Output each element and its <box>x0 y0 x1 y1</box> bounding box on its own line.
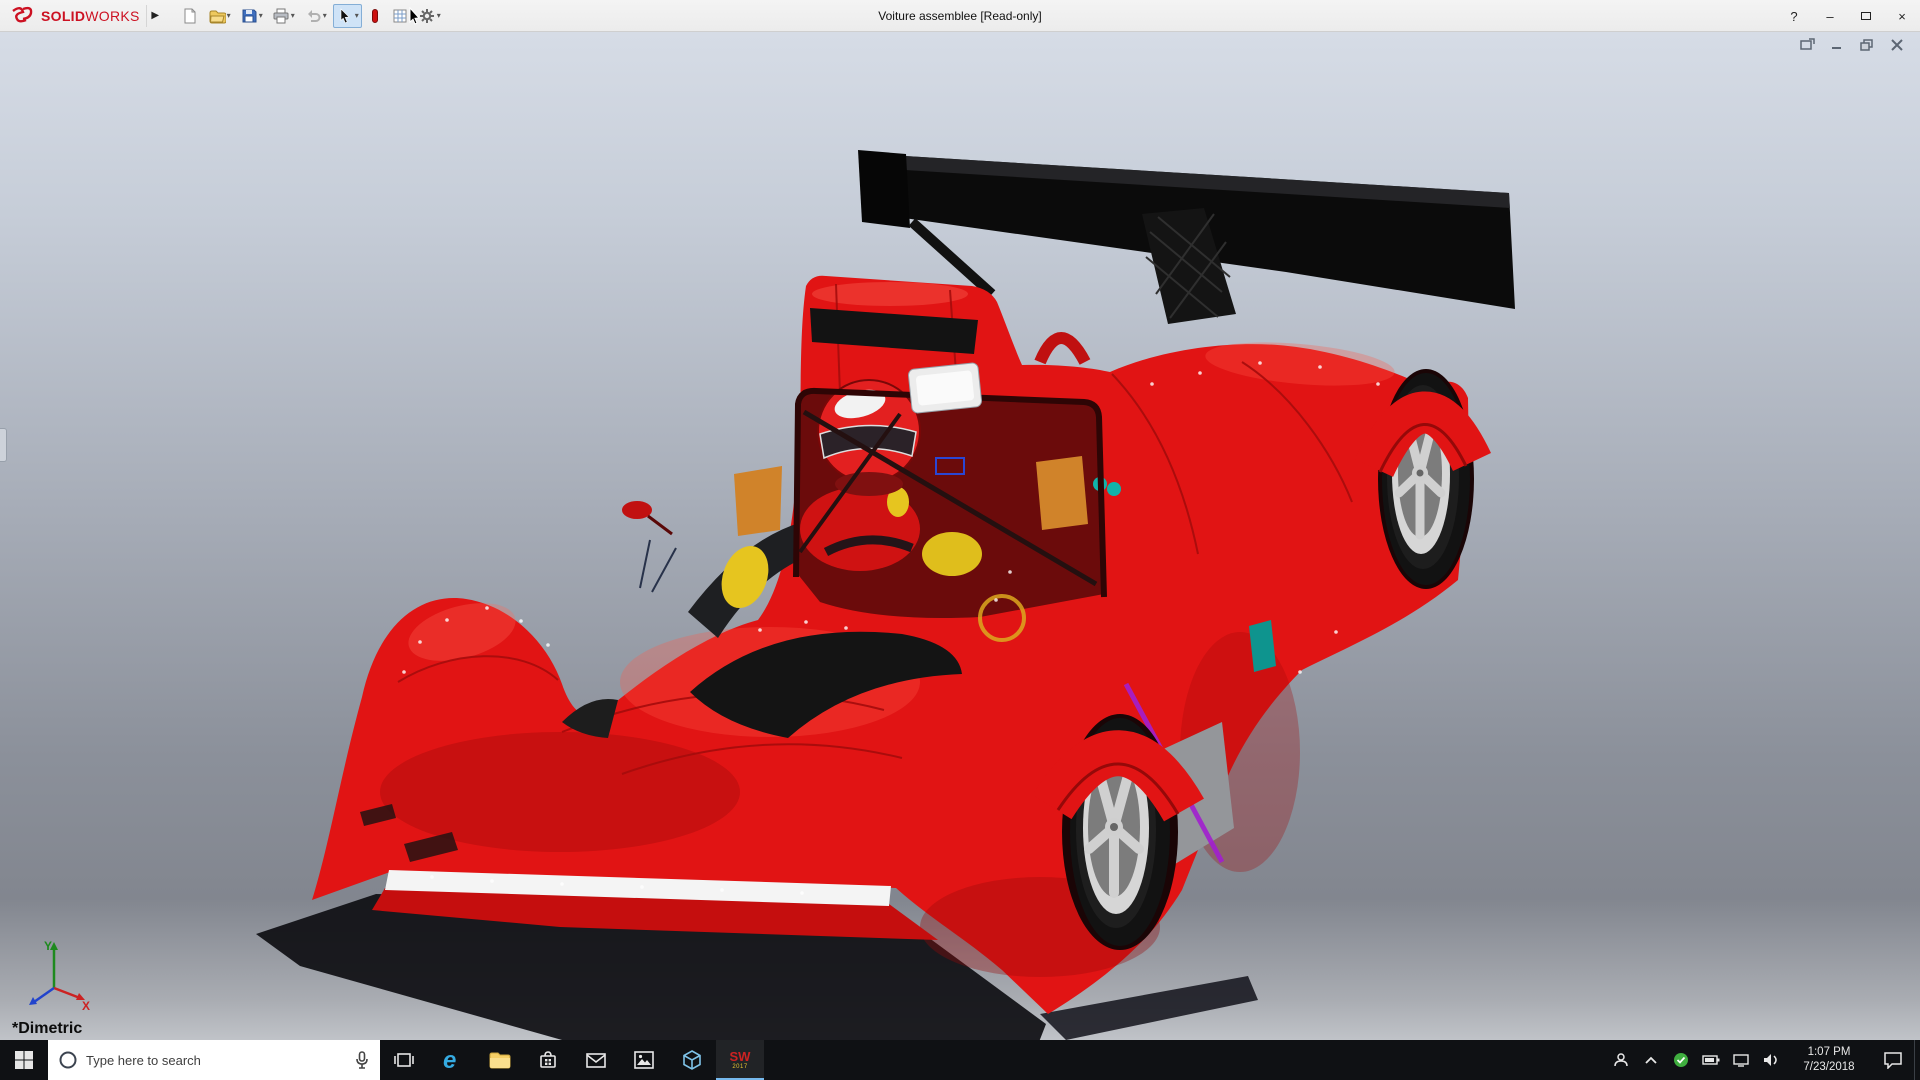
volume-icon <box>1762 1052 1780 1068</box>
security-check-icon <box>1673 1052 1689 1068</box>
triad-x-label: X <box>82 999 90 1010</box>
volume-button[interactable] <box>1756 1040 1786 1080</box>
side-mirror <box>622 501 652 519</box>
roll-hoop <box>1040 338 1085 362</box>
search-input[interactable] <box>86 1053 346 1068</box>
sw-badge-text: SW <box>730 1050 751 1063</box>
open-folder-icon <box>208 7 226 25</box>
mail-icon <box>584 1049 608 1071</box>
edge-icon: e <box>439 1047 465 1073</box>
windows-taskbar: e SW <box>0 1040 1920 1080</box>
clock-time: 1:07 PM <box>1808 1045 1851 1060</box>
appearance-button[interactable] <box>365 4 385 28</box>
design-table-button[interactable] <box>388 4 412 28</box>
taskbar-file-explorer-button[interactable] <box>476 1040 524 1080</box>
graphics-viewport[interactable]: Y X *Dimetric <box>0 32 1920 1040</box>
microphone-icon[interactable] <box>354 1050 370 1070</box>
taskbar-mail-button[interactable] <box>572 1040 620 1080</box>
triad-y-label: Y <box>44 939 52 953</box>
taskbar-store-button[interactable] <box>524 1040 572 1080</box>
undo-button[interactable]: ▾ <box>301 4 330 28</box>
select-dropdown-caret[interactable]: ▾ <box>355 11 359 20</box>
save-dropdown-caret[interactable]: ▾ <box>259 11 263 20</box>
windows-logo-icon <box>14 1050 34 1070</box>
show-desktop-button[interactable] <box>1914 1040 1920 1080</box>
window-title: Voiture assemblee [Read-only] <box>878 0 1041 32</box>
file-explorer-icon <box>488 1049 512 1071</box>
chevron-up-icon <box>1644 1055 1658 1065</box>
new-document-button[interactable] <box>178 4 202 28</box>
taskbar-edge-button[interactable]: e <box>428 1040 476 1080</box>
doc-close-button[interactable] <box>1888 37 1906 53</box>
solidworks-logo-text: SOLIDWORKS <box>41 8 140 24</box>
taskbar-3d-viewer-button[interactable] <box>668 1040 716 1080</box>
solidworks-app-icon: SW 2017 <box>730 1050 751 1070</box>
select-arrow-icon <box>336 7 354 25</box>
tray-overflow-button[interactable] <box>1636 1040 1666 1080</box>
maximize-button[interactable] <box>1848 0 1884 32</box>
dassault-systemes-logo-icon <box>10 6 36 26</box>
open-dropdown-caret[interactable]: ▾ <box>227 11 231 20</box>
save-button[interactable]: ▾ <box>237 4 266 28</box>
people-icon <box>1612 1051 1630 1069</box>
help-button[interactable]: ? <box>1776 0 1812 32</box>
doc-float-button[interactable] <box>1798 37 1816 53</box>
orientation-triad: Y X <box>16 934 92 1010</box>
appearance-icon <box>368 7 382 25</box>
cube-icon <box>680 1048 704 1072</box>
cockpit-side-panel-left <box>734 466 782 536</box>
select-tool-button[interactable]: ▾ <box>333 4 362 28</box>
print-dropdown-caret[interactable]: ▾ <box>291 11 295 20</box>
undo-icon <box>304 7 322 25</box>
app-titlebar: SOLIDWORKS ▶ ▾ ▾ <box>0 0 1920 32</box>
open-button[interactable]: ▾ <box>205 4 234 28</box>
cortana-icon <box>58 1050 78 1070</box>
sw-badge-year: 2017 <box>732 1064 747 1070</box>
store-icon <box>536 1048 560 1072</box>
doc-restore-button[interactable] <box>1858 37 1876 53</box>
taskbar-photos-button[interactable] <box>620 1040 668 1080</box>
close-button[interactable]: × <box>1884 0 1920 32</box>
spreadsheet-icon <box>391 7 409 25</box>
options-dropdown-caret[interactable]: ▾ <box>437 11 441 20</box>
people-button[interactable] <box>1606 1040 1636 1080</box>
window-controls: ? – × <box>1776 0 1920 32</box>
solidworks-logo: SOLIDWORKS <box>0 6 146 26</box>
view-orientation-label: *Dimetric <box>12 1020 82 1038</box>
battery-button[interactable] <box>1696 1040 1726 1080</box>
action-center-button[interactable] <box>1872 1040 1914 1080</box>
security-status-button[interactable] <box>1666 1040 1696 1080</box>
edge-logo-letter: e <box>443 1047 456 1073</box>
toolbar-flyout-arrow[interactable]: ▶ <box>146 5 164 27</box>
maximize-icon <box>1861 12 1871 20</box>
minimize-button[interactable]: – <box>1812 0 1848 32</box>
system-tray: 1:07 PM 7/23/2018 <box>1606 1040 1920 1080</box>
quick-toolbar: ▾ ▾ ▾ ▾ <box>178 4 444 28</box>
save-floppy-icon <box>240 7 258 25</box>
3d-viewport-canvas[interactable] <box>0 32 1920 1040</box>
feature-manager-collapsed-tab[interactable] <box>0 428 7 462</box>
rearview-mirror <box>908 362 982 413</box>
undo-dropdown-caret[interactable]: ▾ <box>323 11 327 20</box>
taskbar-search-box[interactable] <box>48 1040 380 1080</box>
print-icon <box>272 7 290 25</box>
document-window-controls <box>1798 37 1906 53</box>
options-button[interactable]: ▾ <box>415 4 444 28</box>
taskbar-solidworks-button[interactable]: SW 2017 <box>716 1040 764 1080</box>
action-center-icon <box>1883 1051 1903 1069</box>
network-icon <box>1732 1053 1750 1067</box>
print-button[interactable]: ▾ <box>269 4 298 28</box>
start-button[interactable] <box>0 1040 48 1080</box>
new-document-icon <box>181 7 199 25</box>
doc-minimize-button[interactable] <box>1828 37 1846 53</box>
task-view-icon <box>393 1050 415 1070</box>
cockpit-side-panel-right <box>1036 456 1088 530</box>
battery-icon <box>1702 1054 1720 1066</box>
task-view-button[interactable] <box>380 1040 428 1080</box>
gear-icon <box>418 7 436 25</box>
network-button[interactable] <box>1726 1040 1756 1080</box>
taskbar-clock[interactable]: 1:07 PM 7/23/2018 <box>1786 1040 1872 1080</box>
clock-date: 7/23/2018 <box>1803 1060 1854 1075</box>
photos-icon <box>632 1049 656 1071</box>
